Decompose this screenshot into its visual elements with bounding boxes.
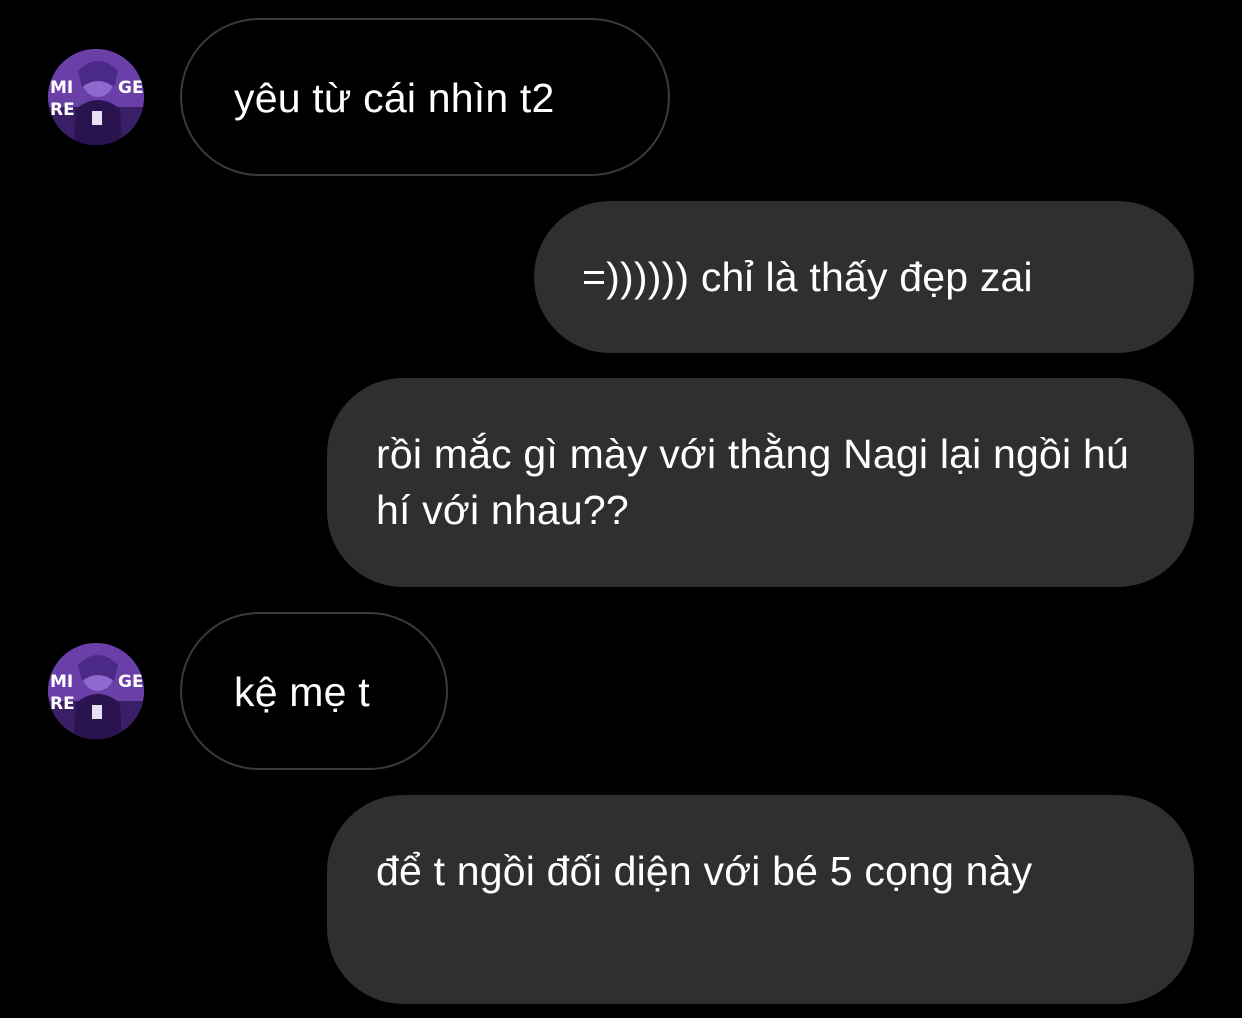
message-bubble-incoming[interactable]: kệ mẹ t [180, 612, 448, 770]
contact-avatar[interactable]: MI GE RE [48, 643, 144, 739]
contact-avatar[interactable]: MI GE RE [48, 49, 144, 145]
avatar-text-1: MI [50, 672, 73, 692]
chat-thread[interactable]: MI GE RE yêu từ cái nhìn t2 =)))))) chỉ … [0, 0, 1242, 1018]
avatar-text-2: GE [118, 78, 144, 98]
message-bubble-outgoing[interactable]: để t ngồi đối diện với bé 5 cọng này [327, 795, 1194, 1004]
message-bubble-outgoing[interactable]: =)))))) chỉ là thấy đẹp zai [534, 201, 1194, 353]
avatar-text-1: MI [50, 78, 73, 98]
message-bubble-incoming[interactable]: yêu từ cái nhìn t2 [180, 18, 670, 176]
anime-character-avatar-icon: MI GE RE [48, 49, 144, 145]
message-text: để t ngồi đối diện với bé 5 cọng này [376, 848, 1033, 894]
message-bubble-outgoing[interactable]: rồi mắc gì mày với thằng Nagi lại ngồi h… [327, 378, 1194, 587]
avatar-text-3: RE [50, 100, 75, 120]
message-text: rồi mắc gì mày với thằng Nagi lại ngồi h… [376, 431, 1129, 533]
anime-character-avatar-icon: MI GE RE [48, 643, 144, 739]
avatar-text-2: GE [118, 672, 144, 692]
message-text: kệ mẹ t [234, 669, 370, 715]
avatar-text-3: RE [50, 694, 75, 714]
message-text: yêu từ cái nhìn t2 [234, 75, 555, 121]
message-text: =)))))) chỉ là thấy đẹp zai [582, 254, 1033, 300]
